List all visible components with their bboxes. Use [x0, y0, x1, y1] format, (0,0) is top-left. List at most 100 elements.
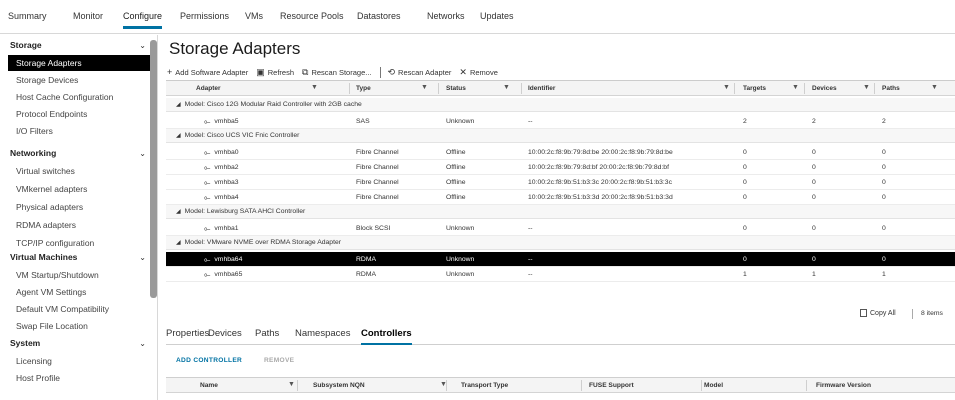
tab-summary[interactable]: Summary — [8, 11, 47, 21]
column-header-identifier[interactable]: Identifier — [528, 81, 555, 96]
tab-vms[interactable]: VMs — [245, 11, 263, 21]
filter-icon[interactable]: ▼ — [931, 84, 938, 91]
sidebar-item-vm-startup-shutdown[interactable]: VM Startup/Shutdown — [0, 267, 150, 283]
sidebar-item-host-cache-configuration[interactable]: Host Cache Configuration — [0, 89, 150, 105]
main-panel: Storage Adapters + Add Software Adapter ▣ R… — [159, 35, 955, 400]
refresh-button[interactable]: ▣ Refresh — [256, 67, 294, 78]
sidebar-section-virtual-machines[interactable]: Virtual Machines ⌄ — [0, 249, 150, 265]
sidebar-section-system[interactable]: System ⌄ — [0, 335, 150, 351]
sidebar-item-rdma-adapters[interactable]: RDMA adapters — [0, 217, 150, 233]
remove-button[interactable]: ✕ Remove — [459, 67, 497, 78]
sidebar-scrollbar[interactable] — [150, 40, 157, 298]
collapse-caret-icon[interactable]: ◢ — [176, 239, 181, 246]
remove-controller-button[interactable]: REMOVE — [264, 357, 294, 364]
tab-networks[interactable]: Networks — [427, 11, 465, 21]
sidebar-item-physical-adapters[interactable]: Physical adapters — [0, 199, 150, 215]
sidebar-section-storage[interactable]: Storage ⌄ — [0, 37, 150, 53]
item-count: 8 items — [921, 310, 943, 317]
add-controller-button[interactable]: ADD CONTROLLER — [176, 357, 242, 364]
sidebar-item-storage-adapters[interactable]: Storage Adapters — [8, 55, 150, 71]
filter-icon[interactable]: ▼ — [792, 84, 799, 91]
cell-value: Block SCSI — [356, 225, 391, 232]
sidebar-item-virtual-switches[interactable]: Virtual switches — [0, 163, 150, 179]
column-header-paths[interactable]: Paths — [882, 81, 900, 96]
sidebar-section-networking[interactable]: Networking ⌄ — [0, 145, 150, 161]
column-header-subsystem-nqn[interactable]: Subsystem NQN — [313, 378, 365, 393]
tab-permissions[interactable]: Permissions — [180, 11, 229, 21]
sidebar-item-host-profile[interactable]: Host Profile — [0, 370, 150, 386]
filter-icon[interactable]: ▼ — [421, 84, 428, 91]
table-row[interactable]: ⟜ vmhba0 Fibre Channel Offline 10:00:2c:f8:9… — [166, 145, 955, 160]
column-divider — [701, 380, 702, 391]
tab-updates[interactable]: Updates — [480, 11, 514, 21]
column-divider — [874, 83, 875, 94]
sidebar-item-swap-file-location[interactable]: Swap File Location — [0, 318, 150, 334]
column-header-model[interactable]: Model — [704, 378, 723, 393]
column-header-status[interactable]: Status — [446, 81, 466, 96]
column-header-adapter[interactable]: Adapter — [196, 81, 221, 96]
cell-value: vmhba4 — [214, 194, 239, 201]
table-row[interactable]: ⟜ vmhba64 RDMA Unknown -- 0 0 0 — [166, 252, 955, 267]
storage-adapter-icon: ⟜ — [204, 254, 211, 264]
chevron-down-icon: ⌄ — [139, 252, 146, 262]
cell-identifier: 10:00:2c:f8:9b:79:8d:be 20:00:2c:f8:9b:7… — [528, 145, 673, 160]
sidebar-item-i-o-filters[interactable]: I/O Filters — [0, 123, 150, 139]
copy-all-button[interactable]: Copy All — [860, 309, 896, 317]
sidebar-item-licensing[interactable]: Licensing — [0, 353, 150, 369]
collapse-caret-icon[interactable]: ◢ — [176, 208, 181, 215]
collapse-caret-icon[interactable]: ◢ — [176, 101, 181, 108]
cell-value: Fibre Channel — [356, 164, 399, 171]
collapse-caret-icon[interactable]: ◢ — [176, 132, 181, 139]
cell-devices: 0 — [812, 221, 816, 236]
sidebar-section-label: System — [10, 338, 41, 348]
column-header-targets[interactable]: Targets — [743, 81, 766, 96]
sidebar-item-agent-vm-settings[interactable]: Agent VM Settings — [0, 284, 150, 300]
table-row[interactable]: ⟜ vmhba65 RDMA Unknown -- 1 1 1 — [166, 267, 955, 282]
cell-devices: 1 — [812, 267, 816, 282]
column-header-devices[interactable]: Devices — [812, 81, 837, 96]
detail-tab-namespaces[interactable]: Namespaces — [295, 328, 350, 339]
table-row[interactable]: ⟜ vmhba4 Fibre Channel Offline 10:00:2c:f8:9… — [166, 190, 955, 205]
add-software-adapter-button[interactable]: + Add Software Adapter — [167, 67, 248, 77]
detail-tab-properties[interactable]: Properties — [166, 328, 209, 339]
table-row[interactable]: ⟜ vmhba5 SAS Unknown -- 2 2 2 — [166, 114, 955, 129]
detail-tab-paths[interactable]: Paths — [255, 328, 279, 339]
tab-datastores[interactable]: Datastores — [357, 11, 401, 21]
sidebar: Storage ⌄ Storage Adapters Storage Devices H… — [0, 35, 158, 400]
filter-icon[interactable]: ▼ — [288, 381, 295, 388]
cell-type: RDMA — [356, 267, 376, 282]
sidebar-item-storage-devices[interactable]: Storage Devices — [0, 72, 150, 88]
sidebar-item-default-vm-compatibility[interactable]: Default VM Compatibility — [0, 301, 150, 317]
filter-icon[interactable]: ▼ — [723, 84, 730, 91]
storage-adapter-icon: ⟜ — [204, 192, 211, 202]
sidebar-item-vmkernel-adapters[interactable]: VMkernel adapters — [0, 181, 150, 197]
group-row[interactable]: ◢ Model: Cisco UCS VIC Fnic Controller — [166, 129, 955, 143]
tab-configure[interactable]: Configure — [123, 11, 163, 29]
column-header-fuse-support[interactable]: FUSE Support — [589, 378, 634, 393]
column-header-firmware-version[interactable]: Firmware Version — [816, 378, 871, 393]
tab-monitor[interactable]: Monitor — [73, 11, 103, 21]
filter-icon[interactable]: ▼ — [503, 84, 510, 91]
cell-value: 10:00:2c:f8:9b:51:b3:3d 20:00:2c:f8:9b:5… — [528, 194, 673, 201]
tab-resource-pools[interactable]: Resource Pools — [280, 11, 344, 21]
sidebar-section-label: Storage — [10, 40, 42, 50]
rescan-adapter-button[interactable]: ⟲ Rescan Adapter — [388, 67, 452, 78]
group-row[interactable]: ◢ Model: Cisco 12G Modular Raid Controlle… — [166, 98, 955, 112]
rescan-storage-button[interactable]: ⧉ Rescan Storage... — [302, 67, 371, 78]
cell-value: Offline — [446, 164, 466, 171]
table-row[interactable]: ⟜ vmhba3 Fibre Channel Offline 10:00:2c:f8:9… — [166, 175, 955, 190]
column-header-type[interactable]: Type — [356, 81, 371, 96]
sidebar-item-protocol-endpoints[interactable]: Protocol Endpoints — [0, 106, 150, 122]
filter-icon[interactable]: ▼ — [311, 84, 318, 91]
cell-value: 0 — [743, 194, 747, 201]
group-row[interactable]: ◢ Model: VMware NVME over RDMA Storage Ad… — [166, 236, 955, 250]
detail-tab-devices[interactable]: Devices — [208, 328, 242, 339]
filter-icon[interactable]: ▼ — [863, 84, 870, 91]
table-row[interactable]: ⟜ vmhba2 Fibre Channel Offline 10:00:2c:f8:9… — [166, 160, 955, 175]
table-row[interactable]: ⟜ vmhba1 Block SCSI Unknown -- 0 0 0 — [166, 221, 955, 236]
cell-value: 0 — [882, 149, 886, 156]
group-row[interactable]: ◢ Model: Lewisburg SATA AHCI Controller — [166, 205, 955, 219]
column-header-name[interactable]: Name — [200, 378, 218, 393]
detail-tab-controllers[interactable]: Controllers — [361, 328, 412, 345]
column-header-transport-type[interactable]: Transport Type — [461, 378, 508, 393]
